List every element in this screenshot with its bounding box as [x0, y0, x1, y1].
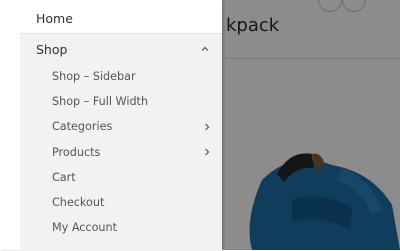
submenu-item-shop-sidebar[interactable]: Shop – Sidebar: [20, 64, 222, 89]
submenu-item-checkout[interactable]: Checkout: [20, 190, 222, 215]
submenu-item-label: Checkout: [52, 196, 105, 210]
menu-item-home[interactable]: Home: [20, 4, 222, 32]
menu-item-shop-label: Shop: [36, 41, 68, 57]
chevron-up-icon[interactable]: [200, 44, 210, 54]
submenu-item-label: My Account: [52, 221, 117, 235]
submenu-item-products[interactable]: Products: [20, 140, 222, 165]
submenu-item-label: Cart: [52, 170, 76, 184]
chevron-right-icon[interactable]: [202, 122, 212, 132]
menu-item-shop[interactable]: Shop: [20, 34, 222, 64]
submenu-item-label: Shop – Full Width: [52, 95, 149, 109]
shop-submenu: Shop – Sidebar Shop – Full Width Categor…: [20, 64, 222, 240]
submenu-item-shop-full-width[interactable]: Shop – Full Width: [20, 89, 222, 114]
menu-section-shop: Shop Shop – Sidebar Shop – Full Width Ca…: [20, 33, 222, 251]
chevron-right-icon[interactable]: [202, 147, 212, 157]
submenu-item-label: Categories: [52, 120, 113, 134]
submenu-item-label: Products: [52, 145, 101, 159]
navigation-drawer: Home Shop Shop – Sidebar Shop – Full Wid…: [0, 0, 222, 251]
submenu-item-my-account[interactable]: My Account: [20, 215, 222, 240]
submenu-item-categories[interactable]: Categories: [20, 114, 222, 139]
submenu-item-label: Shop – Sidebar: [52, 70, 136, 84]
menu-item-home-label: Home: [36, 10, 73, 26]
submenu-item-cart[interactable]: Cart: [20, 165, 222, 190]
